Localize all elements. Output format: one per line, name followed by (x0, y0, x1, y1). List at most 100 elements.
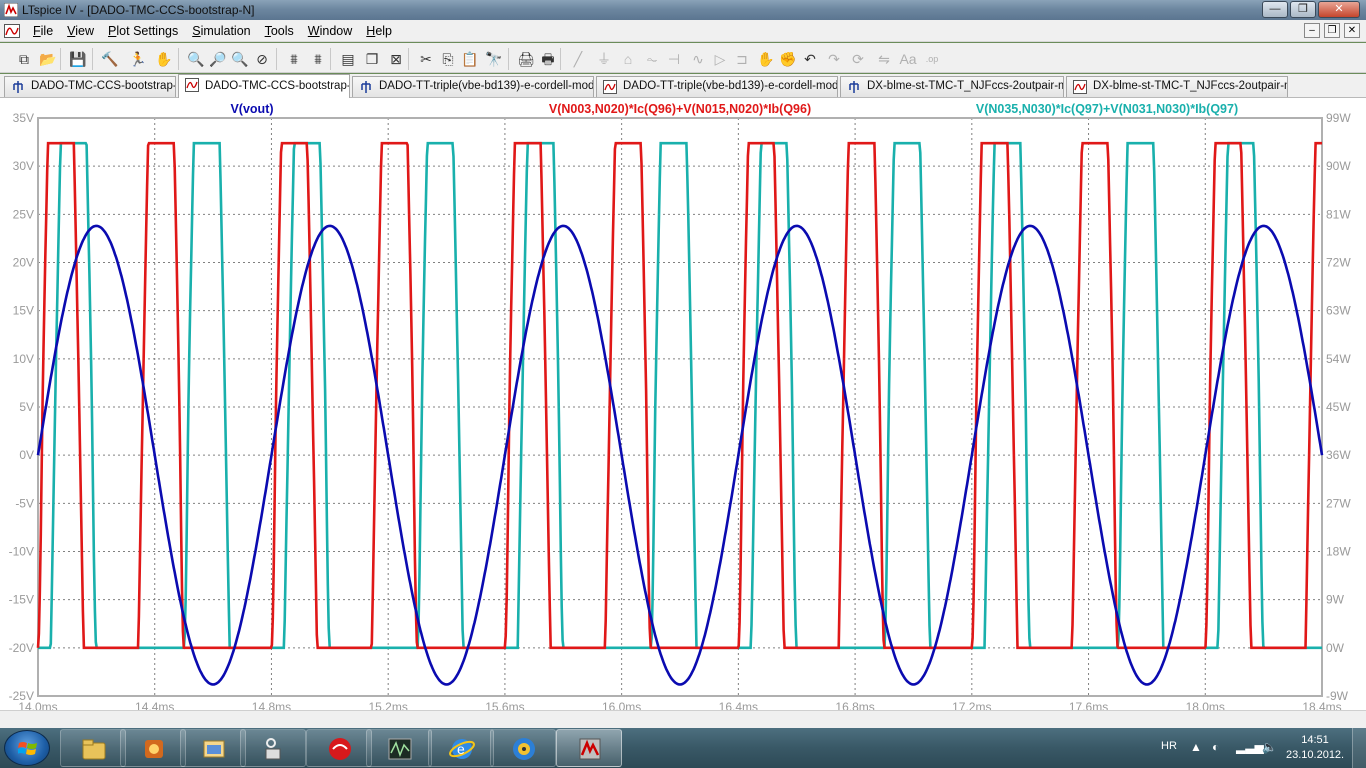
mdi-minimize-button[interactable]: – (1304, 23, 1320, 38)
tab-waveform[interactable]: DX-blme-st-TMC-T_NJFccs-2outpair-mk2 (1066, 76, 1288, 97)
zoom-out-icon[interactable]: 🔍 (230, 49, 250, 69)
save-icon[interactable]: 💾 (68, 49, 88, 69)
window-restore-button[interactable]: ❐ (1290, 1, 1316, 18)
tab-schematic[interactable]: DADO-TMC-CCS-bootstrap-N (4, 76, 176, 97)
resistor-icon[interactable]: ⏦ (642, 49, 662, 69)
inductor-icon[interactable]: ∿ (688, 49, 708, 69)
zoom-in-icon[interactable]: 🔍 (186, 49, 206, 69)
capacitor-icon[interactable]: ⊣ (664, 49, 684, 69)
open-folder-icon[interactable]: 📂 (38, 49, 58, 69)
tab-schematic[interactable]: DX-blme-st-TMC-T_NJFccs-2outpair-mk2 (840, 76, 1064, 97)
volume-icon[interactable]: 🔈 (1262, 740, 1277, 754)
app-disc-icon (513, 738, 535, 760)
right-axis-tick-label: -9W (1326, 689, 1349, 703)
taskbar-app-app-8[interactable] (490, 729, 556, 767)
action-center-icon[interactable]: ◐ (1212, 740, 1219, 754)
show-hidden-icons-icon[interactable]: ▲ (1190, 740, 1202, 754)
pan-hand-icon[interactable]: ✋ (154, 49, 174, 69)
cascade-icon[interactable]: ❐ (362, 49, 382, 69)
taskbar-app-explorer[interactable] (60, 729, 126, 767)
cut-icon[interactable]: ✂ (416, 49, 436, 69)
app-red-circle-icon (329, 738, 351, 760)
redo-icon[interactable]: ↷ (824, 49, 844, 69)
right-axis-tick-label: 54W (1326, 352, 1351, 366)
window-minimize-button[interactable]: — (1262, 1, 1288, 18)
toolbar-separator (178, 48, 179, 70)
mirror-icon[interactable]: ⇋ (874, 49, 894, 69)
menu-tools[interactable]: Tools (258, 24, 301, 38)
menu-file[interactable]: File (26, 24, 60, 38)
windows-logo-icon (18, 742, 37, 755)
tab-schematic[interactable]: DADO-TT-triple(vbe-bd139)-e-cordell-mode… (352, 76, 594, 97)
spice-directive-icon[interactable]: .op (922, 49, 942, 69)
tab-label: DADO-TMC-CCS-bootstrap-N (205, 80, 350, 92)
mdi-restore-button[interactable]: ❐ (1324, 23, 1340, 38)
network-icon[interactable]: ▂▃▅ (1236, 740, 1264, 754)
menu-view[interactable]: View (60, 24, 101, 38)
run-icon[interactable]: 🏃 (128, 49, 148, 69)
language-indicator[interactable]: HR (1161, 740, 1177, 752)
waveform-chart[interactable]: 14.0ms 14.4ms 14.8ms 15.2ms 15.6ms 16.0ms 16.4… (0, 98, 1366, 710)
control-panel-icon[interactable]: 🔨 (100, 49, 120, 69)
left-axis-tick-label: 25V (13, 207, 34, 221)
menu-label-rest: elp (375, 24, 392, 38)
open-schematic-icon[interactable]: ⧉ (14, 49, 34, 69)
menu-bar: File View Plot Settings Simulation Tools Wind… (0, 20, 1366, 42)
app-camera-icon (265, 738, 281, 760)
pick-visible-traces-icon[interactable]: ⩩ (308, 49, 328, 69)
taskbar-app-app-3[interactable] (180, 729, 246, 767)
waveform-icon (1073, 80, 1087, 94)
trace-label: V(N003,N020)*Ic(Q96)+V(N015,N020)*Ib(Q96… (549, 102, 811, 116)
right-axis-tick-label: 81W (1326, 207, 1351, 221)
title-bar[interactable]: LTspice IV - [DADO-TMC-CCS-bootstrap-N] … (0, 0, 1366, 20)
toolbar: ⧉ 📂 💾 🔨 🏃 ✋ 🔍 🔎 🔍 ⊘ ⩩ ⩩ ▤ ❐ ⊠ ✂ ⎘ 📋 🔭 🖨 🖶 ╱ ⏚ ⌂ ⏦ ⊣ ∿ ▷ ⊐ ✋ ✊ ↶ ↷ ⟳ ⇋ Aa .op (0, 43, 1366, 73)
waveform-plot[interactable]: 14.0ms 14.4ms 14.8ms 15.2ms 15.6ms 16.0ms 16.4… (0, 98, 1366, 710)
x-tick-label: 16.8ms (835, 700, 874, 710)
taskbar-app-app-6[interactable] (366, 729, 432, 767)
window-close-button[interactable]: ✕ (1318, 1, 1360, 18)
document-waveform-icon[interactable] (4, 24, 20, 38)
label-net-icon[interactable]: ⌂ (618, 49, 638, 69)
menu-window[interactable]: Window (301, 24, 359, 38)
tile-horizontal-icon[interactable]: ▤ (338, 49, 358, 69)
text-icon[interactable]: Aa (898, 49, 918, 69)
menu-simulation[interactable]: Simulation (185, 24, 257, 38)
drag-icon[interactable]: ✊ (778, 49, 798, 69)
tab-waveform[interactable]: DADO-TT-triple(vbe-bd139)-e-cordell-mode… (596, 76, 838, 97)
taskbar: e HR ▲ ◐ ▂▃▅ 🔈 14:51 23.10.2012. (0, 728, 1366, 768)
zoom-area-icon[interactable]: 🔎 (208, 49, 228, 69)
move-icon[interactable]: ✋ (756, 49, 776, 69)
copy-icon[interactable]: ⎘ (438, 49, 458, 69)
find-icon[interactable]: 🔭 (484, 49, 504, 69)
taskbar-app-app-4[interactable] (240, 729, 306, 767)
close-windows-icon[interactable]: ⊠ (386, 49, 406, 69)
paste-icon[interactable]: 📋 (460, 49, 480, 69)
ground-icon[interactable]: ⏚ (594, 49, 614, 69)
mdi-close-button[interactable]: ✕ (1344, 23, 1360, 38)
toolbar-separator (330, 48, 331, 70)
taskbar-app-app-2[interactable] (120, 729, 186, 767)
right-axis-tick-label: 72W (1326, 256, 1351, 270)
print-preview-icon[interactable]: 🖨 (516, 49, 536, 69)
rotate-icon[interactable]: ⟳ (848, 49, 868, 69)
x-tick-label: 15.6ms (485, 700, 524, 710)
undo-icon[interactable]: ↶ (800, 49, 820, 69)
menu-plot-settings[interactable]: Plot Settings (101, 24, 185, 38)
menu-accelerator: F (33, 24, 41, 38)
show-desktop-button[interactable] (1352, 728, 1366, 768)
taskbar-app-ltspice[interactable] (556, 729, 622, 767)
draw-wire-icon[interactable]: ╱ (568, 49, 588, 69)
x-tick-label: 18.0ms (1186, 700, 1225, 710)
taskbar-app-internet-explorer[interactable]: e (428, 729, 494, 767)
taskbar-app-app-5[interactable] (306, 729, 372, 767)
start-button[interactable] (4, 730, 50, 766)
print-icon[interactable]: 🖶 (538, 49, 558, 69)
menu-help[interactable]: Help (359, 24, 399, 38)
diode-icon[interactable]: ▷ (710, 49, 730, 69)
clock[interactable]: 14:51 23.10.2012. (1286, 733, 1344, 763)
zoom-cancel-icon[interactable]: ⊘ (252, 49, 272, 69)
tab-waveform[interactable]: DADO-TMC-CCS-bootstrap-N (178, 74, 350, 98)
component-icon[interactable]: ⊐ (732, 49, 752, 69)
autorange-icon[interactable]: ⩩ (284, 49, 304, 69)
menu-accelerator: W (307, 24, 320, 38)
